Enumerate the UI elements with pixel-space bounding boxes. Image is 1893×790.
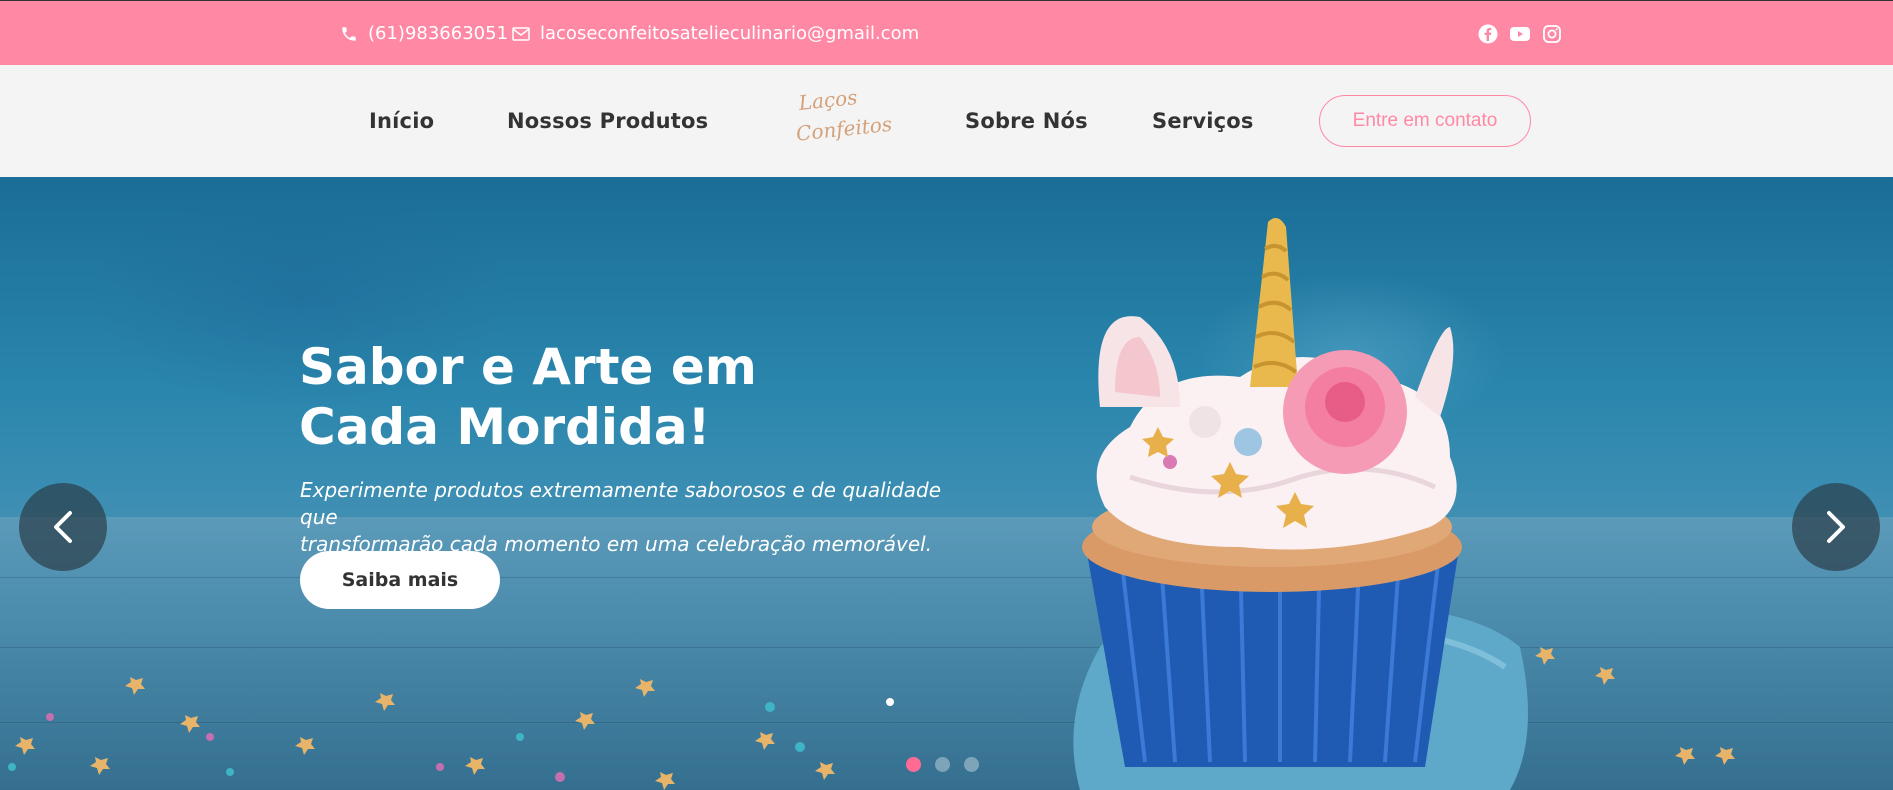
hero-title: Sabor e Arte em Cada Mordida! — [299, 337, 899, 457]
nav-item-inicio[interactable]: Início — [369, 65, 434, 177]
main-navigation: Início Nossos Produtos Laços Confeitos S… — [0, 65, 1893, 177]
slider-dot-3[interactable] — [964, 757, 979, 772]
phone-icon — [342, 26, 356, 41]
phone-contact[interactable]: (61)983663051 — [340, 1, 508, 66]
slider-pagination — [906, 757, 979, 772]
nav-item-nossos-produtos[interactable]: Nossos Produtos — [507, 65, 708, 177]
unicorn-cupcake-image — [1073, 218, 1528, 790]
slider-next-button[interactable] — [1792, 483, 1880, 571]
email-contact[interactable]: lacoseconfeitosatelieculinario@gmail.com — [512, 1, 919, 66]
hero-slider: Sabor e Arte em Cada Mordida! Experiment… — [0, 177, 1893, 790]
chevron-right-icon — [1827, 511, 1845, 543]
hero-title-line-2: Cada Mordida! — [299, 398, 711, 456]
nav-item-sobre-nos[interactable]: Sobre Nós — [965, 65, 1088, 177]
envelope-icon — [512, 26, 530, 41]
learn-more-button[interactable]: Saiba mais — [300, 551, 500, 609]
slider-dot-1[interactable] — [906, 757, 921, 772]
email-address: lacoseconfeitosatelieculinario@gmail.com — [540, 23, 920, 44]
brand-logo[interactable]: Laços Confeitos — [788, 85, 894, 157]
phone-number: (61)983663051 — [368, 23, 509, 44]
social-links — [1478, 1, 1562, 66]
slider-prev-button[interactable] — [19, 483, 107, 571]
hero-title-line-1: Sabor e Arte em — [299, 338, 757, 396]
hero-subtitle: Experimente produtos extremamente saboro… — [300, 477, 980, 558]
hero-subtitle-line-1: Experimente produtos extremamente saboro… — [300, 478, 942, 529]
slider-dot-2[interactable] — [935, 757, 950, 772]
top-contact-bar: (61)983663051 lacoseconfeitosatelieculin… — [0, 0, 1893, 65]
nav-item-servicos[interactable]: Serviços — [1152, 65, 1254, 177]
chevron-left-icon — [54, 511, 72, 543]
instagram-icon[interactable] — [1542, 24, 1562, 44]
logo-line-2: Confeitos — [794, 111, 894, 146]
contact-cta-button[interactable]: Entre em contato — [1319, 95, 1531, 147]
youtube-icon[interactable] — [1510, 24, 1530, 44]
facebook-icon[interactable] — [1478, 24, 1498, 44]
table-plank-line — [0, 577, 1893, 578]
